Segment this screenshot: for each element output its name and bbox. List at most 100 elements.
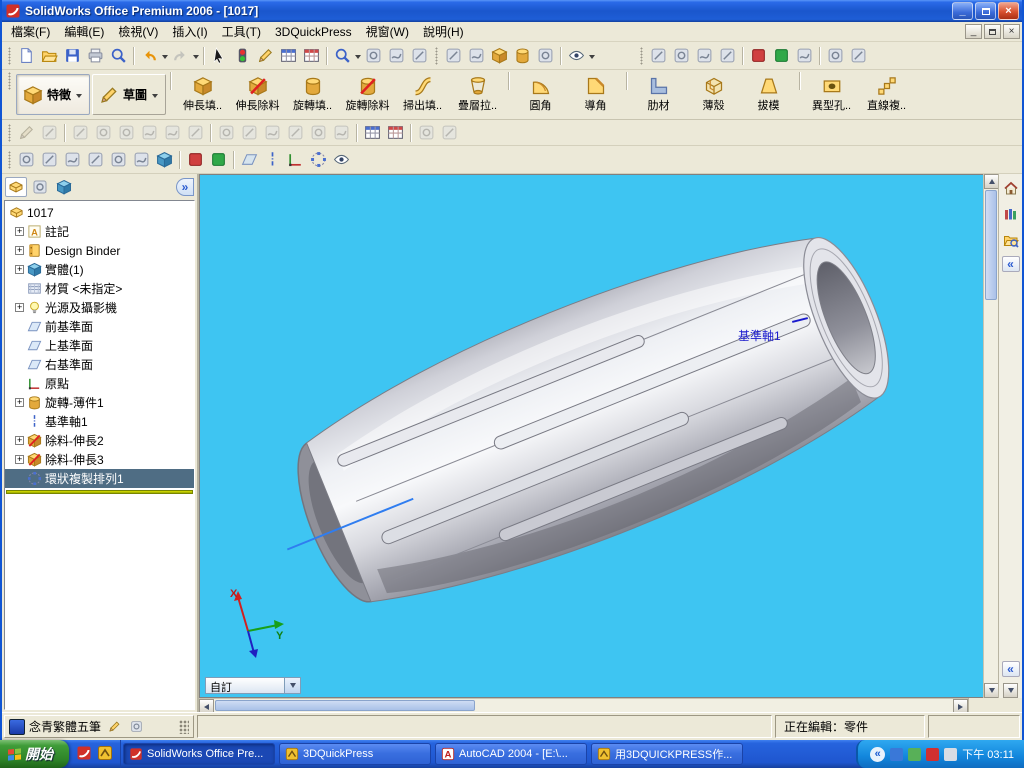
mdi-minimize-button[interactable]: _ bbox=[965, 24, 982, 39]
tree-item-material[interactable]: 材質 <未指定> bbox=[5, 279, 194, 298]
features-dropdown-icon[interactable] bbox=[76, 94, 83, 101]
chevron-left-icon[interactable] bbox=[870, 746, 886, 762]
mass-properties-button[interactable] bbox=[670, 45, 693, 67]
reference-axis-button[interactable] bbox=[261, 149, 284, 171]
redo-button[interactable] bbox=[169, 45, 192, 67]
trim-entities-button[interactable] bbox=[238, 122, 261, 144]
view-bottom-button[interactable] bbox=[130, 149, 153, 171]
expand-icon[interactable] bbox=[15, 227, 24, 236]
view-left-button[interactable] bbox=[61, 149, 84, 171]
view-front-button[interactable] bbox=[15, 149, 38, 171]
axis-annotation[interactable]: 基準軸1 bbox=[738, 327, 781, 344]
options-button[interactable] bbox=[824, 45, 847, 67]
toolbar-grip[interactable] bbox=[8, 123, 11, 142]
restore-button[interactable] bbox=[975, 2, 996, 20]
zoom-area-button[interactable] bbox=[362, 45, 385, 67]
sketch-dropdown-icon[interactable] bbox=[152, 94, 159, 101]
wireframe-button[interactable] bbox=[442, 45, 465, 67]
fillet-button[interactable]: 圓角 bbox=[513, 73, 568, 116]
help-button[interactable] bbox=[847, 45, 870, 67]
print-button[interactable] bbox=[84, 45, 107, 67]
mirror-entities-button[interactable] bbox=[215, 122, 238, 144]
model-3d-collet[interactable] bbox=[200, 175, 983, 697]
chevron-left-icon[interactable] bbox=[1001, 661, 1020, 677]
rectangle-button[interactable] bbox=[92, 122, 115, 144]
display-pane-button[interactable] bbox=[207, 149, 230, 171]
menu-file[interactable]: 檔案(F) bbox=[4, 21, 57, 42]
tree-item-front-plane[interactable]: 前基準面 bbox=[5, 317, 194, 336]
pane-scroll-down-button[interactable] bbox=[1003, 683, 1018, 698]
circular-pattern-button[interactable] bbox=[307, 149, 330, 171]
select-button[interactable] bbox=[208, 45, 231, 67]
zoom-dropdown-icon[interactable] bbox=[355, 55, 361, 62]
solidworks-resources-icon[interactable] bbox=[1001, 178, 1021, 198]
view-top-button[interactable] bbox=[107, 149, 130, 171]
hole-table-button[interactable] bbox=[384, 122, 407, 144]
excel-design-table-button[interactable] bbox=[361, 122, 384, 144]
tab-propertymanager[interactable] bbox=[29, 177, 51, 197]
pan-button[interactable] bbox=[408, 45, 431, 67]
smart-dimension-button[interactable] bbox=[38, 122, 61, 144]
sweep-button[interactable]: 掃出填.. bbox=[395, 73, 450, 116]
menu-insert[interactable]: 插入(I) bbox=[165, 21, 214, 42]
redo-dropdown-icon[interactable] bbox=[193, 55, 199, 62]
sketch-button[interactable] bbox=[15, 122, 38, 144]
chevron-left-icon[interactable] bbox=[1001, 256, 1020, 272]
taskbar-task-autocad[interactable]: AutoCAD 2004 - [E:\... bbox=[435, 743, 587, 765]
combo-dropdown-button[interactable] bbox=[284, 678, 300, 693]
tray-network-icon[interactable] bbox=[890, 747, 904, 761]
point-button[interactable] bbox=[184, 122, 207, 144]
sketch-fillet-button[interactable] bbox=[307, 122, 330, 144]
hidden-lines-button[interactable] bbox=[465, 45, 488, 67]
expand-icon[interactable] bbox=[15, 246, 24, 255]
linear-pattern-button[interactable]: 直線複.. bbox=[859, 73, 914, 116]
sketch-edit-button[interactable] bbox=[254, 45, 277, 67]
zoom-fit-button[interactable] bbox=[331, 45, 354, 67]
taskbar-task-solidworks[interactable]: SolidWorks Office Pre... bbox=[123, 743, 275, 765]
view-isometric-button[interactable] bbox=[153, 149, 176, 171]
ime-language-icon[interactable] bbox=[9, 718, 25, 735]
reference-plane-button[interactable] bbox=[238, 149, 261, 171]
extrude-cut-button[interactable]: 伸長除料 bbox=[230, 73, 285, 116]
offset-entities-button[interactable] bbox=[261, 122, 284, 144]
toolbar-grip[interactable] bbox=[640, 46, 643, 65]
shell-button[interactable]: 薄殼 bbox=[686, 73, 741, 116]
menu-window[interactable]: 視窗(W) bbox=[359, 21, 416, 42]
undo-button[interactable] bbox=[138, 45, 161, 67]
horizontal-scrollbar[interactable] bbox=[199, 698, 968, 714]
arc-button[interactable] bbox=[138, 122, 161, 144]
menu-edit[interactable]: 編輯(E) bbox=[57, 21, 111, 42]
graphics-viewport[interactable]: 基準軸1 X Y 自訂 bbox=[199, 174, 983, 698]
menu-3dquickpress[interactable]: 3DQuickPress bbox=[268, 23, 359, 41]
ime-drag-handle-icon[interactable] bbox=[179, 719, 189, 734]
tree-item-revolve-thin1[interactable]: 旋轉-薄件1 bbox=[5, 393, 194, 412]
file-explorer-icon[interactable] bbox=[1001, 230, 1021, 250]
horizontal-scroll-thumb[interactable] bbox=[215, 700, 475, 711]
toolbar-grip[interactable] bbox=[8, 46, 11, 65]
circle-button[interactable] bbox=[115, 122, 138, 144]
save-button[interactable] bbox=[61, 45, 84, 67]
chamfer-button[interactable]: 導角 bbox=[568, 73, 623, 116]
ime-settings-button[interactable] bbox=[127, 719, 145, 735]
tree-item-top-plane[interactable]: 上基準面 bbox=[5, 336, 194, 355]
sketch-text-button[interactable] bbox=[415, 122, 438, 144]
design-library-icon[interactable] bbox=[1001, 204, 1021, 224]
toolbar-grip[interactable] bbox=[8, 150, 11, 169]
open-button[interactable] bbox=[38, 45, 61, 67]
revolve-cut-button[interactable]: 旋轉除料 bbox=[340, 73, 395, 116]
design-table-button[interactable] bbox=[277, 45, 300, 67]
features-mode-button[interactable]: 特徵 bbox=[16, 74, 91, 115]
rollback-bar[interactable] bbox=[6, 490, 193, 494]
tree-item-design-binder[interactable]: Design Binder bbox=[5, 241, 194, 260]
scroll-down-button[interactable] bbox=[984, 683, 999, 698]
shadow-button[interactable] bbox=[511, 45, 534, 67]
draft-button[interactable]: 拔模 bbox=[741, 73, 796, 116]
tree-item-cut-extrude2[interactable]: 除料-伸長2 bbox=[5, 431, 194, 450]
convert-entities-button[interactable] bbox=[284, 122, 307, 144]
taskbar-task-3dquickpress[interactable]: 3DQuickPress bbox=[279, 743, 431, 765]
loft-button[interactable]: 疊層拉.. bbox=[450, 73, 505, 116]
extrude-boss-button[interactable]: 伸長填.. bbox=[175, 73, 230, 116]
view-orientation-button[interactable] bbox=[565, 45, 588, 67]
vertical-scrollbar[interactable] bbox=[983, 174, 999, 698]
vertical-scroll-thumb[interactable] bbox=[985, 190, 997, 300]
